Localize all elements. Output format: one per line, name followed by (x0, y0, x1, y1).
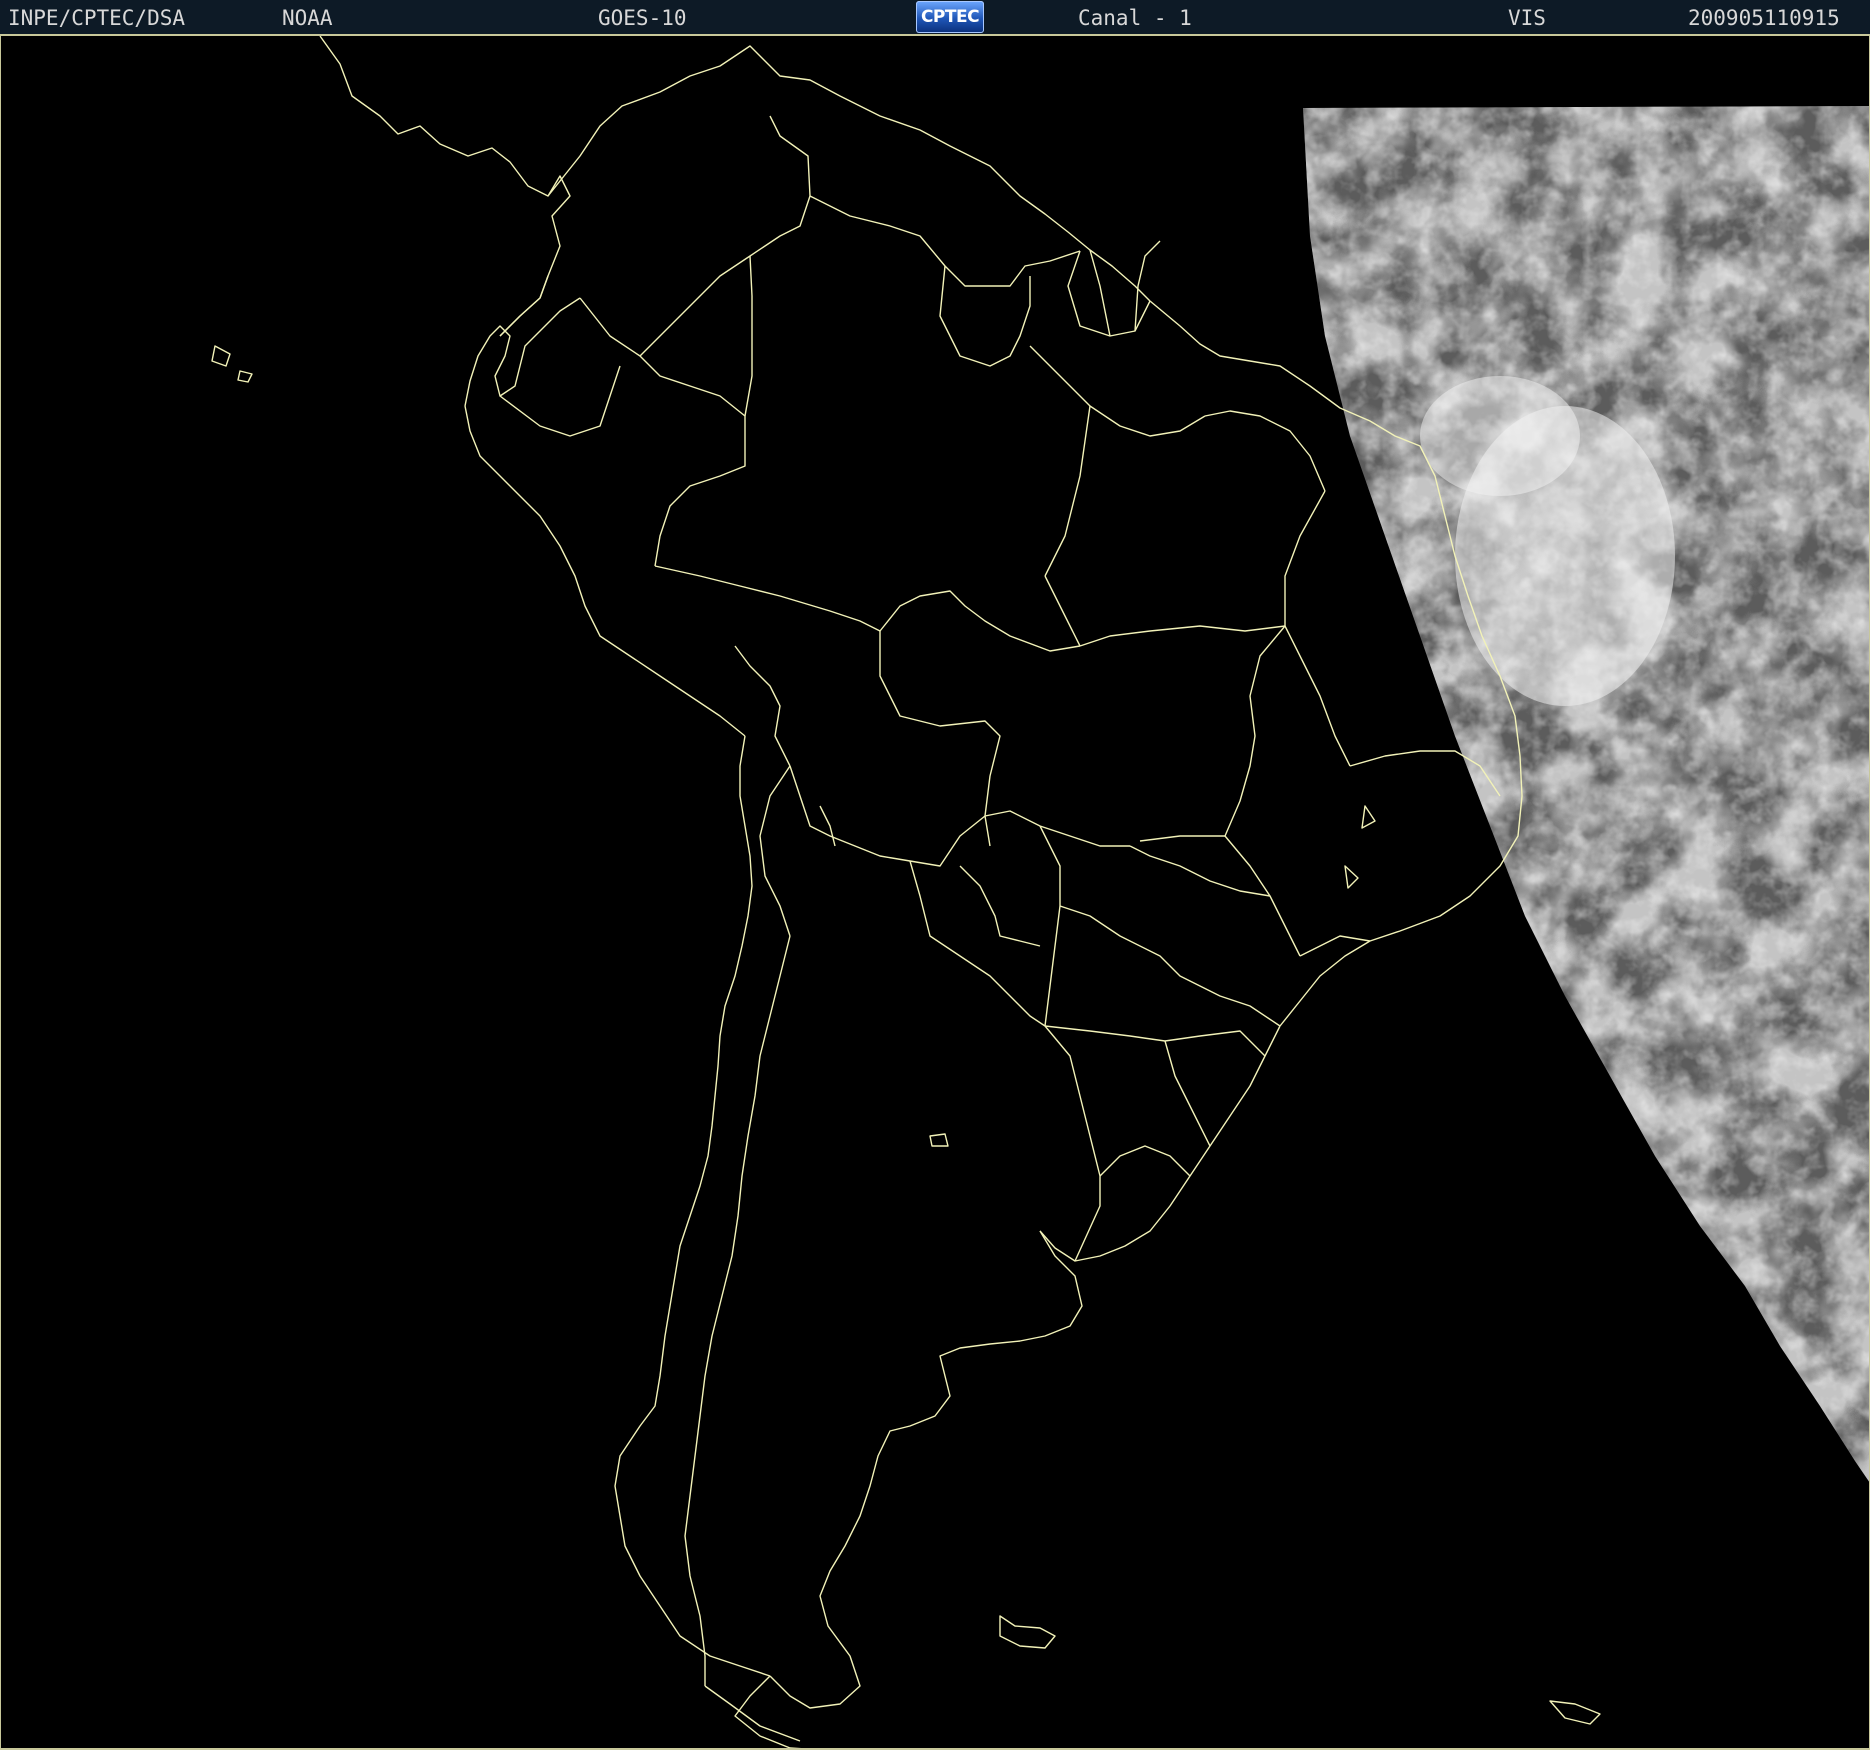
channel-label: Canal - 1 (1078, 6, 1192, 30)
satellite-label: GOES-10 (598, 6, 687, 30)
agency-label: INPE/CPTEC/DSA (8, 6, 186, 30)
timestamp-label: 200905110915 (1688, 6, 1840, 30)
cptec-logo: CPTEC (916, 1, 984, 33)
map-frame (0, 36, 1870, 1750)
source-label: NOAA (282, 6, 333, 30)
image-header-bar: INPE/CPTEC/DSA NOAA GOES-10 CPTEC Canal … (0, 0, 1870, 36)
band-label: VIS (1508, 6, 1546, 30)
